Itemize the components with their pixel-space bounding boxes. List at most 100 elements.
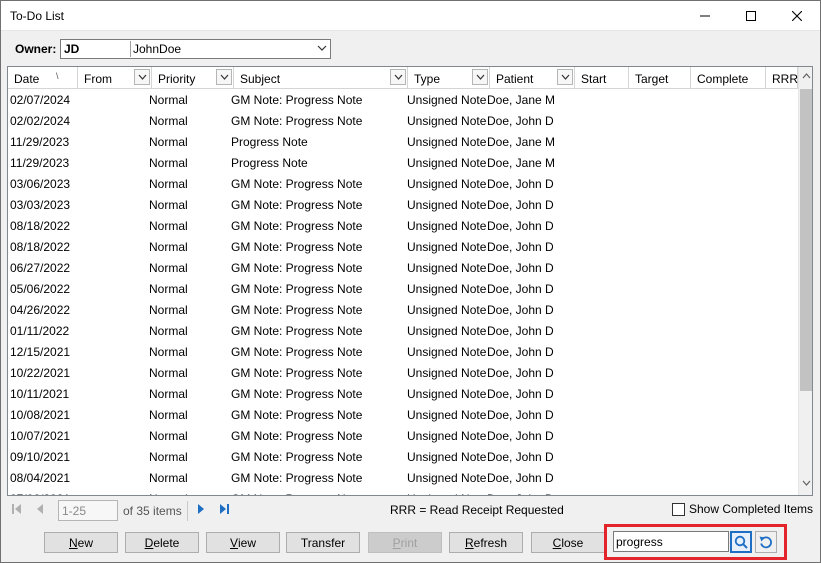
table-cell-patient: Doe, John D — [487, 429, 554, 443]
table-row[interactable]: 08/18/2022 Normal GM Note: Progress Note Un… — [8, 215, 798, 236]
table-cell-patient: Doe, John D — [487, 366, 554, 380]
column-header-complete[interactable]: Complete — [691, 67, 766, 88]
column-filter-button[interactable] — [472, 69, 488, 85]
column-header-rrr[interactable]: RRR — [766, 67, 798, 88]
table-row[interactable]: 08/04/2021 Normal GM Note: Progress Note Un… — [8, 467, 798, 488]
maximize-icon — [746, 11, 756, 21]
first-page-icon[interactable] — [12, 503, 22, 515]
chevron-down-icon[interactable] — [317, 44, 327, 52]
table-cell-date: 01/11/2022 — [10, 324, 70, 338]
column-header-subject[interactable]: Subject — [234, 67, 408, 88]
search-button[interactable] — [730, 531, 752, 553]
table-cell-type: Unsigned Note — [407, 429, 487, 443]
chevron-down-icon — [220, 74, 228, 80]
column-header-target[interactable]: Target — [629, 67, 691, 88]
refresh-button[interactable]: Refresh — [449, 532, 523, 553]
vertical-scrollbar[interactable] — [798, 67, 812, 495]
column-header-date[interactable]: Date \ — [8, 67, 78, 88]
table-row[interactable]: 06/27/2022 Normal GM Note: Progress Note Un… — [8, 257, 798, 278]
column-header-type[interactable]: Type — [408, 67, 490, 88]
delete-button[interactable]: Delete — [125, 532, 199, 553]
table-row[interactable]: 02/07/2024 Normal GM Note: Progress Note Un… — [8, 89, 798, 110]
minimize-button[interactable] — [682, 1, 728, 31]
table-row[interactable]: 10/22/2021 Normal GM Note: Progress Note Un… — [8, 362, 798, 383]
print-accel: P — [392, 535, 401, 550]
column-header-label: From — [84, 72, 112, 86]
table-cell-type: Unsigned Note — [407, 324, 487, 338]
table-cell-priority: Normal — [149, 429, 188, 443]
table-row[interactable]: 03/03/2023 Normal GM Note: Progress Note Un… — [8, 194, 798, 215]
table-cell-date: 02/02/2024 — [10, 114, 71, 128]
column-header-priority[interactable]: Priority — [152, 67, 234, 88]
column-filter-button[interactable] — [557, 69, 573, 85]
delete-label: elete — [153, 535, 180, 550]
show-completed-checkbox[interactable]: Show Completed Items — [672, 502, 813, 516]
scrollbar-thumb[interactable] — [800, 89, 812, 391]
search-input[interactable] — [613, 531, 729, 552]
new-button[interactable]: New — [44, 532, 118, 553]
owner-dropdown[interactable]: JD JohnDoe — [60, 39, 331, 59]
table-row[interactable]: 11/29/2023 Normal Progress Note Unsigned No… — [8, 152, 798, 173]
close-window-button[interactable] — [774, 1, 820, 31]
next-page-icon[interactable] — [197, 503, 205, 515]
table-row[interactable]: 10/11/2021 Normal GM Note: Progress Note Un… — [8, 383, 798, 404]
column-header-label: Start — [581, 72, 607, 86]
column-header-label: Priority — [158, 72, 196, 86]
column-filter-button[interactable] — [216, 69, 232, 85]
table-cell-type: Unsigned Note — [407, 282, 487, 296]
table-cell-priority: Normal — [149, 303, 188, 317]
table-row[interactable]: 07/06/2021 Normal GM Note: Progress Note Un… — [8, 488, 798, 495]
column-header-start[interactable]: Start — [575, 67, 629, 88]
column-header-label: Complete — [697, 72, 749, 86]
table-cell-type: Unsigned Note — [407, 408, 487, 422]
chevron-down-icon — [561, 74, 569, 80]
table-cell-patient: Doe, John D — [487, 492, 554, 495]
view-button[interactable]: View — [206, 532, 280, 553]
close-label: lose — [561, 535, 584, 550]
view-accel: V — [229, 535, 238, 550]
table-row[interactable]: 05/06/2022 Normal GM Note: Progress Note Un… — [8, 278, 798, 299]
column-header-from[interactable]: From — [78, 67, 152, 88]
table-row[interactable]: 10/07/2021 Normal GM Note: Progress Note Un… — [8, 425, 798, 446]
column-filter-button[interactable] — [134, 69, 150, 85]
checkbox-box[interactable] — [672, 502, 685, 516]
table-row[interactable]: 10/08/2021 Normal GM Note: Progress Note Un… — [8, 404, 798, 425]
table-row[interactable]: 11/29/2023 Normal Progress Note Unsigned No… — [8, 131, 798, 152]
column-filter-button[interactable] — [390, 69, 406, 85]
table-cell-subject: GM Note: Progress Note — [231, 387, 363, 401]
scroll-down-icon[interactable] — [802, 480, 811, 486]
table-cell-priority: Normal — [149, 177, 188, 191]
table-row[interactable]: 09/10/2021 Normal GM Note: Progress Note Un… — [8, 446, 798, 467]
table-cell-subject: GM Note: Progress Note — [231, 261, 363, 275]
table-row[interactable]: 02/02/2024 Normal GM Note: Progress Note Un… — [8, 110, 798, 131]
table-cell-type: Unsigned Note — [407, 156, 487, 170]
table-cell-patient: Doe, John D — [487, 408, 554, 422]
table-cell-type: Unsigned Note — [407, 450, 487, 464]
print-label: rint — [400, 535, 418, 550]
table-row[interactable]: 01/11/2022 Normal GM Note: Progress Note Un… — [8, 320, 798, 341]
title-bar: To-Do List — [1, 1, 820, 31]
delete-accel: D — [144, 535, 154, 550]
last-page-icon[interactable] — [219, 503, 229, 515]
reset-search-button[interactable] — [755, 531, 777, 553]
table-row[interactable]: 03/06/2023 Normal GM Note: Progress Note Un… — [8, 173, 798, 194]
table-cell-date: 09/10/2021 — [10, 450, 71, 464]
table-row[interactable]: 08/18/2022 Normal GM Note: Progress Note Un… — [8, 236, 798, 257]
scroll-up-icon[interactable] — [802, 73, 811, 79]
previous-page-icon[interactable] — [36, 503, 44, 515]
page-range-box[interactable]: 1-25 — [58, 500, 118, 521]
table-row[interactable]: 04/26/2022 Normal GM Note: Progress Note Un… — [8, 299, 798, 320]
column-header-label: Type — [414, 72, 441, 86]
table-cell-subject: Progress Note — [231, 135, 308, 149]
column-header-patient[interactable]: Patient — [490, 67, 575, 88]
close-button[interactable]: Close — [531, 532, 605, 553]
table-row[interactable]: 12/15/2021 Normal GM Note: Progress Note Un… — [8, 341, 798, 362]
print-button[interactable]: Print — [368, 532, 442, 553]
refresh-label: efresh — [473, 535, 508, 550]
close-icon — [792, 11, 802, 21]
column-header-label: Date — [14, 72, 40, 86]
transfer-button[interactable]: Transfer — [286, 532, 360, 553]
table-cell-priority: Normal — [149, 219, 188, 233]
maximize-button[interactable] — [728, 1, 774, 31]
table-cell-subject: GM Note: Progress Note — [231, 471, 363, 485]
